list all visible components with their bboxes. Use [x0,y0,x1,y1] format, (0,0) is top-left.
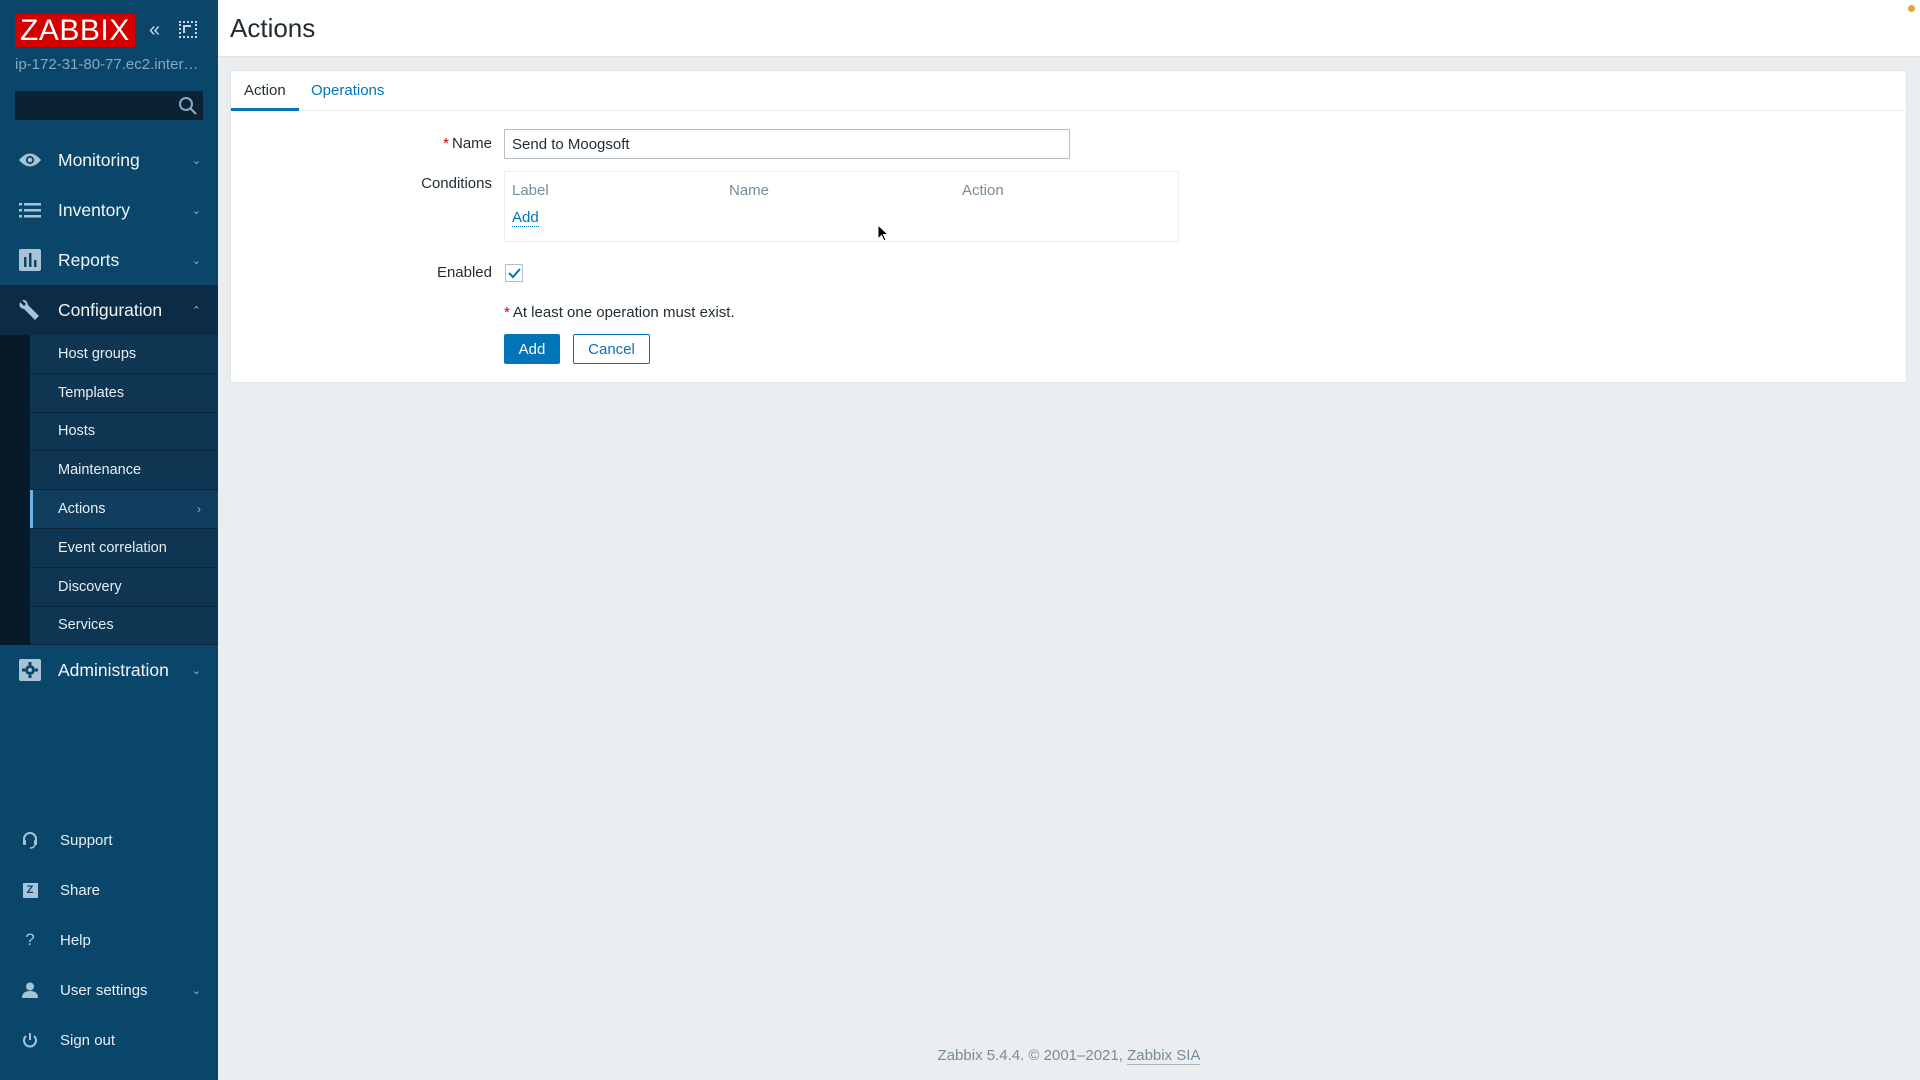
required-marker: * [443,135,449,152]
menu-item-help[interactable]: ? Help [0,915,218,965]
gear-icon [18,658,42,682]
menu-item-user-settings[interactable]: User settings ⌄ [0,965,218,1015]
chevron-down-icon: ⌄ [191,254,201,267]
bottom-menu: Support Z Share ? Help User settings ⌄ S… [0,815,218,1065]
required-marker: * [504,304,510,321]
server-name: ip-172-31-80-77.ec2.inter… [15,56,199,73]
question-icon: ? [25,930,35,949]
submenu-item-discovery[interactable]: Discovery [30,567,218,607]
name-label-text: Name [451,135,492,152]
main-menu: Monitoring ⌄ Inventory ⌄ Reports ⌄ Confi… [0,135,218,695]
add-condition-link[interactable]: Add [512,209,539,227]
warning-text: At least one operation must exist. [512,304,735,321]
wrench-icon [18,298,42,322]
submenu-item-actions[interactable]: Actions › [30,490,218,529]
menu-item-support[interactable]: Support [0,815,218,865]
conditions-table: Label Name Action Add [504,171,1179,242]
menu-label: Support [60,831,113,849]
page-footer: Zabbix 5.4.4. © 2001–2021, Zabbix SIA [218,1047,1920,1065]
checkmark-icon [508,268,521,279]
submenu-label: Hosts [58,423,96,440]
submenu-label: Actions [58,501,106,518]
zabbix-sia-link[interactable]: Zabbix SIA [1127,1047,1201,1065]
menu-item-reports[interactable]: Reports ⌄ [0,235,218,285]
submenu-label: Discovery [58,578,122,595]
enabled-label: Enabled [436,264,492,281]
headset-icon [20,830,40,850]
enabled-checkbox[interactable] [505,264,523,282]
submenu-item-templates[interactable]: Templates [30,373,218,413]
power-icon [20,1030,40,1050]
column-header-action: Action [962,182,1004,199]
name-label: * Name [443,135,492,152]
submenu-item-event-correlation[interactable]: Event correlation [30,528,218,568]
page-header: Actions [218,0,1920,57]
zabbix-logo[interactable]: ZABBIX [15,14,135,47]
menu-label: Sign out [60,1031,116,1049]
search-input[interactable] [15,91,175,120]
conditions-label: Conditions [421,175,492,192]
page-title: Actions [230,13,316,43]
menu-label: Configuration [58,299,163,320]
column-header-label: Label [512,182,549,199]
chevron-down-icon: ⌄ [191,154,201,167]
user-icon [20,980,40,1000]
submenu-label: Templates [58,384,125,401]
action-form-panel: Action Operations *Name Conditions Label… [230,70,1907,383]
eye-icon [18,148,42,172]
submenu-item-hosts[interactable]: Hosts [30,412,218,452]
notification-dot-icon[interactable] [1908,5,1915,12]
logo-row: ZABBIX [15,14,135,47]
operations-warning: * At least one operation must exist. [504,304,735,321]
menu-label: Inventory [58,199,130,220]
column-header-name: Name [729,182,770,199]
submenu-item-host-groups[interactable]: Host groups [30,335,218,374]
collapse-sidebar-icon[interactable]: « [149,19,160,42]
menu-label: Monitoring [58,149,140,170]
kiosk-mode-icon[interactable] [179,21,197,38]
menu-label: Share [60,881,101,899]
submenu-label: Event correlation [58,539,167,556]
chevron-right-icon: › [197,502,201,517]
submenu-label: Maintenance [58,462,142,479]
cancel-button[interactable]: Cancel [573,334,650,364]
mouse-cursor-icon [877,224,889,242]
configuration-submenu: Host groups Templates Hosts Maintenance … [0,335,218,646]
menu-item-share[interactable]: Z Share [0,865,218,915]
menu-item-sign-out[interactable]: Sign out [0,1015,218,1065]
menu-label: Help [60,931,91,949]
menu-item-monitoring[interactable]: Monitoring ⌄ [0,135,218,185]
chevron-down-icon: ⌄ [191,664,201,677]
chevron-down-icon: ⌄ [191,984,201,997]
menu-item-configuration[interactable]: Configuration ⌃ [0,285,218,335]
menu-label: Reports [58,249,120,270]
bar-chart-icon [18,248,42,272]
list-icon [18,198,42,222]
submenu-label: Services [58,617,114,634]
submenu-label: Host groups [58,345,137,362]
tab-action[interactable]: Action [231,71,299,111]
search-box [15,91,203,120]
chevron-down-icon: ⌄ [191,204,201,217]
add-button[interactable]: Add [504,334,560,364]
search-icon[interactable] [178,96,198,116]
menu-label: User settings [60,981,148,999]
submenu-item-services[interactable]: Services [30,606,218,646]
sidebar: ZABBIX « ip-172-31-80-77.ec2.inter… Moni… [0,0,218,1080]
menu-item-inventory[interactable]: Inventory ⌄ [0,185,218,235]
submenu-item-maintenance[interactable]: Maintenance [30,451,218,491]
name-input[interactable] [504,129,1070,159]
tab-operations[interactable]: Operations [298,71,397,111]
copyright-text: Zabbix 5.4.4. © 2001–2021, [937,1047,1128,1064]
share-z-icon: Z [20,880,40,900]
chevron-up-icon: ⌃ [191,304,201,317]
menu-label: Administration [58,659,169,680]
tab-bar: Action Operations [231,71,1906,111]
menu-item-administration[interactable]: Administration ⌄ [0,645,218,695]
